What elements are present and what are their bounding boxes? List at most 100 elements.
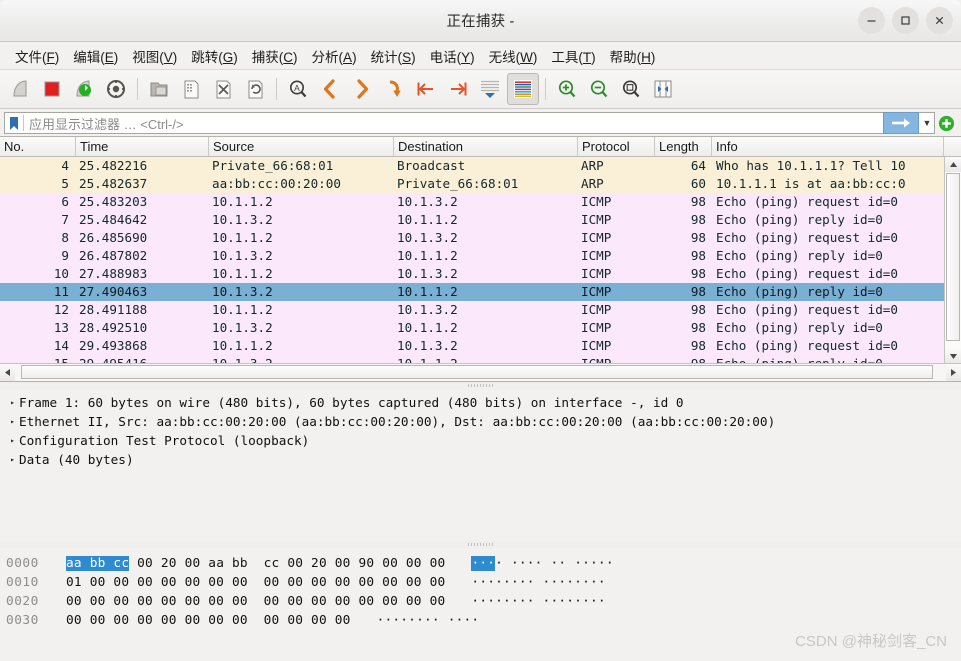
column-header-info[interactable]: Info (712, 137, 944, 156)
hex-dump-row[interactable]: 0030 00 00 00 00 00 00 00 00 00 00 00 00 ·… (6, 611, 961, 630)
go-first-packet-icon[interactable] (411, 74, 441, 104)
detail-tree-label: Ethernet II, Src: aa:bb:cc:00:20:00 (aa:… (19, 414, 776, 429)
scroll-up-arrow-icon[interactable] (945, 157, 961, 172)
go-forward-icon[interactable] (347, 74, 377, 104)
svg-text:A: A (294, 83, 300, 93)
detail-tree-item[interactable]: ▸ Data (40 bytes) (6, 450, 961, 469)
packet-cell-time: 29.493868 (79, 338, 148, 353)
expand-triangle-icon[interactable]: ▸ (6, 450, 19, 469)
apply-filter-arrow-icon[interactable] (883, 112, 919, 134)
packet-row[interactable]: 4 25.482216 Private_66:68:01 Broadcast ARP 64… (0, 157, 944, 175)
find-packet-icon[interactable]: A (283, 74, 313, 104)
column-header-time[interactable]: Time (76, 137, 209, 156)
packet-cell-source: 10.1.1.2 (212, 266, 273, 281)
capture-options-icon[interactable] (101, 74, 131, 104)
packet-detail-pane[interactable]: ▸ Frame 1: 60 bytes on wire (480 bits), 6… (0, 389, 961, 541)
column-header-destination[interactable]: Destination (394, 137, 578, 156)
packet-row[interactable]: 12 28.491188 10.1.1.2 10.1.3.2 ICMP 98 Echo (p… (0, 301, 944, 319)
splitter-handle-detail[interactable] (0, 382, 961, 389)
packet-row[interactable]: 7 25.484642 10.1.3.2 10.1.1.2 ICMP 98 Echo (pi… (0, 211, 944, 229)
column-header-length[interactable]: Length (655, 137, 712, 156)
go-last-packet-icon[interactable] (443, 74, 473, 104)
horizontal-scroll-track[interactable] (15, 364, 946, 381)
expand-triangle-icon[interactable]: ▸ (6, 412, 19, 431)
zoom-out-icon[interactable] (584, 74, 614, 104)
restart-capture-icon[interactable] (69, 74, 99, 104)
scroll-down-arrow-icon[interactable] (945, 349, 961, 364)
menu-item-4[interactable]: 捕获(C) (245, 43, 305, 69)
column-header-no[interactable]: No. (0, 137, 76, 156)
colorize-icon[interactable] (507, 73, 539, 105)
detail-tree-item[interactable]: ▸ Ethernet II, Src: aa:bb:cc:00:20:00 (aa… (6, 412, 961, 431)
packet-row[interactable]: 5 25.482637 aa:bb:cc:00:20:00 Private_66:68… (0, 175, 944, 193)
expand-triangle-icon[interactable]: ▸ (6, 393, 19, 412)
chevron-down-icon[interactable]: ▼ (920, 118, 934, 128)
menu-item-9[interactable]: 工具(T) (544, 43, 602, 69)
minimize-button[interactable] (858, 7, 885, 34)
packet-cell-protocol: ICMP (581, 266, 612, 281)
menu-item-1[interactable]: 编辑(E) (66, 43, 125, 69)
packet-cell-source: 10.1.3.2 (212, 320, 273, 335)
start-capture-icon[interactable] (5, 74, 35, 104)
menu-item-8[interactable]: 无线(W) (482, 43, 545, 69)
stop-capture-icon[interactable] (37, 74, 67, 104)
menu-item-5[interactable]: 分析(A) (305, 43, 364, 69)
scroll-left-arrow-icon[interactable] (0, 364, 15, 381)
packet-list-vertical-scrollbar[interactable] (944, 157, 961, 364)
splitter-handle-bytes[interactable] (0, 541, 961, 548)
hex-bytes: 00 00 00 00 00 00 00 00 00 00 00 00 00 0… (66, 594, 446, 609)
detail-tree-label: Data (40 bytes) (19, 452, 134, 467)
zoom-in-icon[interactable] (552, 74, 582, 104)
menu-item-2[interactable]: 视图(V) (125, 43, 184, 69)
maximize-button[interactable] (892, 7, 919, 34)
close-button[interactable] (926, 7, 953, 34)
packet-list-horizontal-scrollbar[interactable] (0, 363, 961, 381)
hex-dump-row[interactable]: 0000 aa bb cc 00 20 00 aa bb cc 00 20 00 … (6, 554, 961, 573)
packet-cell-info: Echo (ping) request id=0 (716, 266, 898, 281)
horizontal-scroll-thumb[interactable] (21, 365, 933, 379)
hex-offset: 0000 (6, 556, 39, 571)
scroll-right-arrow-icon[interactable] (946, 364, 961, 381)
packet-row[interactable]: 8 26.485690 10.1.1.2 10.1.3.2 ICMP 98 Echo (pi… (0, 229, 944, 247)
display-filter-input[interactable]: 应用显示过滤器 … <Ctrl-/> ▼ (4, 112, 935, 134)
packet-row[interactable]: 13 28.492510 10.1.3.2 10.1.1.2 ICMP 98 Echo (p… (0, 319, 944, 337)
detail-tree-item[interactable]: ▸ Configuration Test Protocol (loopback) (6, 431, 961, 450)
menu-item-0[interactable]: 文件(F) (8, 43, 66, 69)
packet-row[interactable]: 6 25.483203 10.1.1.2 10.1.3.2 ICMP 98 Echo (pi… (0, 193, 944, 211)
detail-tree-item[interactable]: ▸ Frame 1: 60 bytes on wire (480 bits), 6… (6, 393, 961, 412)
hex-ascii: ········ ········ (471, 575, 606, 590)
open-file-icon[interactable] (144, 74, 174, 104)
add-filter-plus-icon[interactable] (935, 115, 957, 132)
hex-dump-row[interactable]: 0020 00 00 00 00 00 00 00 00 00 00 00 00 … (6, 592, 961, 611)
menu-item-6[interactable]: 统计(S) (364, 43, 423, 69)
column-header-protocol[interactable]: Protocol (578, 137, 655, 156)
menu-item-7[interactable]: 电话(Y) (423, 43, 482, 69)
packet-list-pane[interactable]: No. Time Source Destination Protocol Length In… (0, 136, 961, 382)
packet-cell-time: 28.491188 (79, 302, 148, 317)
reload-file-icon[interactable] (240, 74, 270, 104)
packet-row[interactable]: 14 29.493868 10.1.1.2 10.1.3.2 ICMP 98 Echo (p… (0, 337, 944, 355)
column-header-source[interactable]: Source (209, 137, 394, 156)
packet-row[interactable]: 9 26.487802 10.1.3.2 10.1.1.2 ICMP 98 Echo (pi… (0, 247, 944, 265)
packet-cell-time: 25.482637 (79, 176, 148, 191)
bookmark-icon[interactable] (5, 116, 23, 131)
menu-item-3[interactable]: 跳转(G) (184, 43, 245, 69)
save-file-icon[interactable] (176, 74, 206, 104)
resize-columns-icon[interactable] (648, 74, 678, 104)
display-filter-bar: 应用显示过滤器 … <Ctrl-/> ▼ (0, 109, 961, 136)
go-back-icon[interactable] (315, 74, 345, 104)
menu-item-label: 捕获(C) (251, 49, 298, 65)
go-to-packet-icon[interactable] (379, 74, 409, 104)
zoom-reset-icon[interactable] (616, 74, 646, 104)
menu-item-10[interactable]: 帮助(H) (603, 43, 663, 69)
close-file-icon[interactable] (208, 74, 238, 104)
expand-triangle-icon[interactable]: ▸ (6, 431, 19, 450)
packet-list-rows[interactable]: 4 25.482216 Private_66:68:01 Broadcast ARP 64… (0, 157, 944, 364)
auto-scroll-icon[interactable] (475, 74, 505, 104)
vertical-scroll-thumb[interactable] (946, 173, 960, 341)
packet-bytes-pane[interactable]: 0000 aa bb cc 00 20 00 aa bb cc 00 20 00 … (0, 548, 961, 661)
hex-dump-row[interactable]: 0010 01 00 00 00 00 00 00 00 00 00 00 00 … (6, 573, 961, 592)
packet-row[interactable]: 11 27.490463 10.1.3.2 10.1.1.2 ICMP 98 Echo (p… (0, 283, 944, 301)
hex-gap (58, 573, 66, 592)
packet-row[interactable]: 10 27.488983 10.1.1.2 10.1.3.2 ICMP 98 Echo (p… (0, 265, 944, 283)
